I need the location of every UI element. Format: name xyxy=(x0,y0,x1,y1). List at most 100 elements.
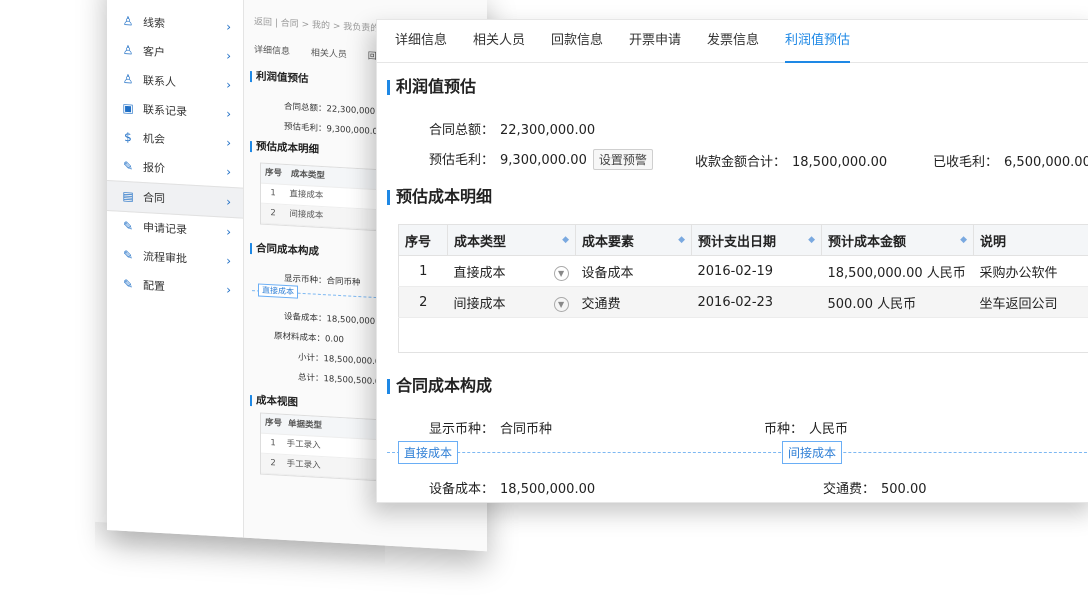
tab-invoice-request[interactable]: 开票申请 xyxy=(629,20,681,62)
currency-value: 人民币 xyxy=(809,422,849,437)
display-currency-value: 合同币种 xyxy=(500,422,553,437)
display-currency-field: 显示币种： 合同币种 xyxy=(429,418,552,437)
col-description: 说明 xyxy=(973,224,1088,256)
dollar-icon: $ xyxy=(124,129,132,145)
empty-row xyxy=(398,317,1088,353)
transport-cost-label: 交通费： xyxy=(823,482,876,497)
document-edit-icon: ✎ xyxy=(122,276,134,292)
col-index: 序号 xyxy=(398,224,448,256)
document-edit-icon: ✎ xyxy=(122,218,134,234)
sort-icon[interactable]: ◆ xyxy=(808,235,815,245)
sidebar-item-label: 合同 xyxy=(143,191,165,206)
sidebar-item-label: 线索 xyxy=(143,16,165,31)
person-icon: ♙ xyxy=(122,42,134,58)
gross-profit-field: 预估毛利： 9,300,000.00 设置预警 xyxy=(429,149,653,170)
person-icon: ♙ xyxy=(122,13,134,29)
tab-people[interactable]: 相关人员 xyxy=(311,48,347,60)
cell-date: 2016-02-23 xyxy=(691,286,822,318)
sidebar: ♙ 线索 › ♙ 客户 › ♙ 联系人 › ▣ 联系记录 › $ 机会 › ✎ 报价 › ▤ 合同 › ✎ 申请记录 › ✎ 流程… xyxy=(107,0,244,538)
table-row[interactable]: 2 间接成本 ▼ 交通费 2016-02-23 500.00 人民币 坐车返回公司 xyxy=(398,286,1088,318)
people-icon: ♙ xyxy=(122,71,134,87)
detail-heading: 预估成本明细 xyxy=(250,138,319,157)
earned-profit-field: 已收毛利： 6,500,000.00 xyxy=(933,151,1088,170)
composition-section-title: 合同成本构成 xyxy=(387,372,492,396)
equipment-cost-label: 设备成本： xyxy=(429,482,495,497)
dropdown-circle-icon[interactable]: ▼ xyxy=(553,296,569,312)
received-total-value: 18,500,000.00 xyxy=(792,155,888,170)
sidebar-item[interactable]: ✎ 配置 › xyxy=(107,269,243,306)
total-field: 合同总额：22,300,000.00 xyxy=(284,101,389,118)
col-expected-date[interactable]: 预计支出日期 ◆ xyxy=(691,224,822,256)
cell-cost-element: 交通费 xyxy=(575,286,692,318)
earned-profit-label: 已收毛利： xyxy=(933,155,999,170)
sort-icon[interactable]: ◆ xyxy=(562,235,569,245)
sort-icon[interactable]: ◆ xyxy=(960,235,967,245)
contract-total-field: 合同总额： 22,300,000.00 xyxy=(429,119,595,138)
col-expected-amount[interactable]: 预计成本金额 ◆ xyxy=(821,224,974,256)
direct-cost-tag: 直接成本 xyxy=(398,441,459,464)
composition-heading: 合同成本构成 xyxy=(250,240,319,259)
currency-field: 币种： 人民币 xyxy=(764,418,848,437)
equipment-field: 设备成本：18,500,000.00 xyxy=(284,311,389,328)
equipment-cost-value: 18,500,000.00 xyxy=(500,482,596,497)
earned-profit-value: 6,500,000.00 xyxy=(1004,155,1088,170)
sidebar-item-label: 配置 xyxy=(143,279,165,294)
cell-cost-element: 设备成本 xyxy=(575,255,692,287)
col-cost-type[interactable]: 成本类型 ◆ xyxy=(447,224,576,256)
contract-total-label: 合同总额： xyxy=(429,123,495,138)
chevron-right-icon: › xyxy=(226,253,231,268)
sidebar-item-label: 机会 xyxy=(143,132,165,147)
tab-invoice-info[interactable]: 发票信息 xyxy=(707,20,759,62)
view-heading: 成本视图 xyxy=(250,392,298,410)
tab-detail[interactable]: 详细信息 xyxy=(254,45,290,57)
cell-amount: 500.00 人民币 xyxy=(821,286,974,318)
cost-detail-table: 序号 成本类型 ◆ 成本要素 ◆ 预计支出日期 ◆ 预计成本金额 ◆ 说明 1 直接成本… xyxy=(398,224,1088,353)
gross-field: 预估毛利：9,300,000.00 xyxy=(284,121,384,138)
subtotal-field: 小计：18,500,000.00 xyxy=(298,352,386,368)
table-row[interactable]: 1 直接成本 ▼ 设备成本 2016-02-19 18,500,000.00 人民… xyxy=(398,255,1088,287)
received-total-field: 收款金额合计： 18,500,000.00 xyxy=(695,151,887,170)
tab-profit-estimate[interactable]: 利润值预估 xyxy=(785,20,851,63)
detail-table: 序号 成本类型 1 直接成本 2 间接成本 xyxy=(260,162,392,232)
contract-icon: ▤ xyxy=(122,188,134,204)
chevron-right-icon: › xyxy=(226,164,231,179)
col-cost-element[interactable]: 成本要素 ◆ xyxy=(575,224,692,256)
sidebar-item-label: 联系人 xyxy=(143,74,176,89)
chevron-right-icon: › xyxy=(226,19,231,34)
cell-description: 采购办公软件 xyxy=(973,255,1088,287)
tab-related-people[interactable]: 相关人员 xyxy=(473,20,525,62)
chevron-right-icon: › xyxy=(226,282,231,297)
document-edit-icon: ✎ xyxy=(122,247,134,263)
equipment-cost-field: 设备成本： 18,500,000.00 xyxy=(429,478,595,497)
main-window: 详细信息 相关人员 回款信息 开票申请 发票信息 利润值预估 利润值预估 合同总… xyxy=(376,19,1088,503)
set-alert-button[interactable]: 设置预警 xyxy=(592,149,653,170)
chevron-right-icon: › xyxy=(226,224,231,239)
table-header-row: 序号 成本类型 ◆ 成本要素 ◆ 预计支出日期 ◆ 预计成本金额 ◆ 说明 xyxy=(398,224,1088,256)
divider-line xyxy=(387,452,1088,453)
cost-detail-section-title: 预估成本明细 xyxy=(387,183,492,207)
sidebar-item-label: 联系记录 xyxy=(143,103,187,119)
sort-icon[interactable]: ◆ xyxy=(678,235,685,245)
chevron-right-icon: › xyxy=(226,77,231,92)
received-total-label: 收款金额合计： xyxy=(695,155,787,170)
document-edit-icon: ✎ xyxy=(122,158,134,174)
tab-detail-info[interactable]: 详细信息 xyxy=(395,20,447,62)
transport-cost-value: 500.00 xyxy=(881,482,927,497)
cell-amount: 18,500,000.00 人民币 xyxy=(821,255,974,287)
gross-profit-label: 预估毛利： xyxy=(429,153,495,168)
cell-cost-type: 间接成本 ▼ xyxy=(447,286,576,318)
contact-card-icon: ▣ xyxy=(122,100,134,116)
currency-label: 币种： xyxy=(764,422,804,437)
chevron-right-icon: › xyxy=(226,48,231,63)
dropdown-circle-icon[interactable]: ▼ xyxy=(553,265,569,281)
profit-heading: 利润值预估 xyxy=(250,68,309,86)
tab-payment-info[interactable]: 回款信息 xyxy=(551,20,603,62)
view-table: 序号 单据类型 1 手工录入 2 手工录入 xyxy=(260,412,392,482)
grand-total-field: 总计：18,500,500.00 xyxy=(298,372,386,388)
cell-description: 坐车返回公司 xyxy=(973,286,1088,318)
sidebar-menu: ♙ 线索 › ♙ 客户 › ♙ 联系人 › ▣ 联系记录 › $ 机会 › ✎ 报价 › ▤ 合同 › ✎ 申请记录 › ✎ 流程… xyxy=(107,0,243,306)
gross-profit-value: 9,300,000.00 xyxy=(500,153,587,168)
contract-total-value: 22,300,000.00 xyxy=(500,123,596,138)
breadcrumb[interactable]: 返回 | 合同 > 我的 > 我负责的合 xyxy=(254,14,388,35)
material-field: 原材料成本：0.00 xyxy=(274,331,344,346)
